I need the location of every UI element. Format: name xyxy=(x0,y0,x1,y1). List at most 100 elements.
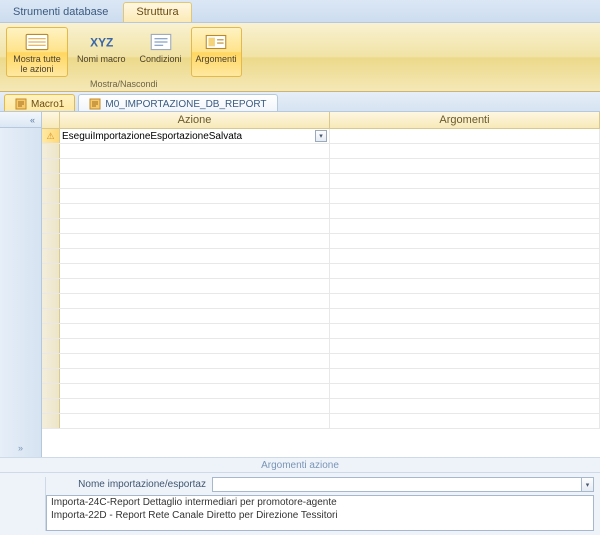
grid-row[interactable] xyxy=(42,204,600,219)
grid-row[interactable]: ⚠▾ xyxy=(42,129,600,144)
import-option[interactable]: Importa-24C-Report Dettaglio intermediar… xyxy=(47,496,593,509)
row-selector[interactable] xyxy=(42,354,60,368)
row-selector[interactable] xyxy=(42,339,60,353)
arguments-cell[interactable] xyxy=(330,339,600,353)
arguments-cell[interactable] xyxy=(330,159,600,173)
row-selector[interactable] xyxy=(42,249,60,263)
row-selector[interactable] xyxy=(42,294,60,308)
row-selector[interactable] xyxy=(42,264,60,278)
row-selector[interactable]: ⚠ xyxy=(42,129,60,143)
action-cell[interactable] xyxy=(60,249,330,263)
doc-tab-import-report[interactable]: M0_IMPORTAZIONE_DB_REPORT xyxy=(78,94,277,111)
grid-row[interactable] xyxy=(42,219,600,234)
show-all-actions-button[interactable]: Mostra tutte le azioni xyxy=(6,27,68,77)
arguments-cell[interactable] xyxy=(330,189,600,203)
grid-row[interactable] xyxy=(42,294,600,309)
grid-row[interactable] xyxy=(42,144,600,159)
arguments-button[interactable]: Argomenti xyxy=(191,27,242,77)
arguments-cell[interactable] xyxy=(330,174,600,188)
arguments-cell[interactable] xyxy=(330,219,600,233)
action-cell[interactable] xyxy=(60,264,330,278)
action-cell[interactable] xyxy=(60,204,330,218)
action-cell[interactable] xyxy=(60,414,330,428)
action-cell[interactable] xyxy=(60,234,330,248)
column-header-arguments[interactable]: Argomenti xyxy=(330,112,600,128)
row-selector[interactable] xyxy=(42,384,60,398)
row-selector[interactable] xyxy=(42,234,60,248)
grid-row[interactable] xyxy=(42,279,600,294)
action-input[interactable] xyxy=(62,131,313,142)
row-selector[interactable] xyxy=(42,219,60,233)
arguments-cell[interactable] xyxy=(330,384,600,398)
row-selector[interactable] xyxy=(42,309,60,323)
row-selector[interactable] xyxy=(42,204,60,218)
row-selector[interactable] xyxy=(42,189,60,203)
row-selector[interactable] xyxy=(42,369,60,383)
grid-row[interactable] xyxy=(42,339,600,354)
import-options-list[interactable]: Importa-24C-Report Dettaglio intermediar… xyxy=(46,495,594,531)
row-selector[interactable] xyxy=(42,159,60,173)
action-cell[interactable] xyxy=(60,339,330,353)
arguments-cell[interactable] xyxy=(330,264,600,278)
arguments-cell[interactable] xyxy=(330,354,600,368)
grid-row[interactable] xyxy=(42,249,600,264)
row-selector[interactable] xyxy=(42,399,60,413)
ribbon-group-show-hide: Mostra tutte le azioni XYZ Nomi macro Co… xyxy=(6,27,242,89)
grid-row[interactable] xyxy=(42,174,600,189)
navigation-pane-collapsed[interactable]: « » xyxy=(0,112,42,457)
action-cell[interactable] xyxy=(60,294,330,308)
conditions-button[interactable]: Condizioni xyxy=(135,27,187,77)
arguments-cell[interactable] xyxy=(330,144,600,158)
grid-row[interactable] xyxy=(42,189,600,204)
arguments-cell[interactable] xyxy=(330,234,600,248)
grid-row[interactable] xyxy=(42,399,600,414)
grid-row[interactable] xyxy=(42,234,600,249)
tab-structure[interactable]: Struttura xyxy=(123,2,191,22)
grid-row[interactable] xyxy=(42,309,600,324)
arguments-cell[interactable] xyxy=(330,204,600,218)
action-cell[interactable] xyxy=(60,144,330,158)
grid-row[interactable] xyxy=(42,369,600,384)
arguments-cell[interactable] xyxy=(330,129,600,143)
action-cell[interactable] xyxy=(60,384,330,398)
row-selector[interactable] xyxy=(42,324,60,338)
import-name-field[interactable] xyxy=(212,477,594,492)
action-cell[interactable] xyxy=(60,309,330,323)
arguments-cell[interactable] xyxy=(330,324,600,338)
tab-database-tools[interactable]: Strumenti database xyxy=(0,2,121,22)
grid-row[interactable] xyxy=(42,324,600,339)
grid-row[interactable] xyxy=(42,264,600,279)
nav-toggle-button[interactable]: « xyxy=(0,112,41,128)
macro-names-button[interactable]: XYZ Nomi macro xyxy=(72,27,131,77)
action-dropdown-arrow[interactable]: ▾ xyxy=(315,130,327,142)
arguments-cell[interactable] xyxy=(330,294,600,308)
grid-row[interactable] xyxy=(42,384,600,399)
action-cell[interactable]: ▾ xyxy=(60,129,330,143)
import-name-dropdown-arrow[interactable]: ▾ xyxy=(581,478,593,491)
action-cell[interactable] xyxy=(60,324,330,338)
action-cell[interactable] xyxy=(60,219,330,233)
row-selector[interactable] xyxy=(42,144,60,158)
action-cell[interactable] xyxy=(60,159,330,173)
arguments-cell[interactable] xyxy=(330,249,600,263)
import-option[interactable]: Importa-22D - Report Rete Canale Diretto… xyxy=(47,509,593,522)
action-cell[interactable] xyxy=(60,279,330,293)
action-cell[interactable] xyxy=(60,399,330,413)
grid-row[interactable] xyxy=(42,414,600,429)
action-cell[interactable] xyxy=(60,189,330,203)
grid-row[interactable] xyxy=(42,159,600,174)
row-selector[interactable] xyxy=(42,279,60,293)
arguments-cell[interactable] xyxy=(330,369,600,383)
arguments-cell[interactable] xyxy=(330,309,600,323)
column-header-action[interactable]: Azione xyxy=(60,112,330,128)
row-selector[interactable] xyxy=(42,414,60,428)
doc-tab-macro1[interactable]: Macro1 xyxy=(4,94,75,111)
action-cell[interactable] xyxy=(60,369,330,383)
action-cell[interactable] xyxy=(60,354,330,368)
grid-row[interactable] xyxy=(42,354,600,369)
arguments-cell[interactable] xyxy=(330,399,600,413)
arguments-cell[interactable] xyxy=(330,414,600,428)
arguments-cell[interactable] xyxy=(330,279,600,293)
action-cell[interactable] xyxy=(60,174,330,188)
row-selector[interactable] xyxy=(42,174,60,188)
